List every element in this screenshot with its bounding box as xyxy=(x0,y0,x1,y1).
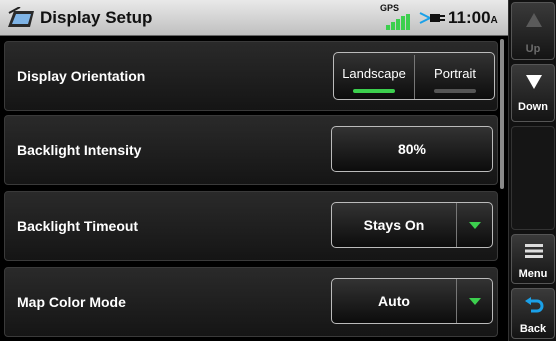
dropdown-arrow-icon xyxy=(469,298,481,305)
menu-label: Menu xyxy=(518,268,548,280)
setting-row-backlight-intensity: Backlight Intensity 80% xyxy=(4,115,498,185)
page-title: Display Setup xyxy=(40,8,153,27)
arrow-down-icon xyxy=(526,75,542,89)
external-power-icon xyxy=(419,12,445,24)
settings-list: Display Orientation Landscape Portrait B… xyxy=(0,37,508,341)
dropdown-arrow-area xyxy=(456,279,492,323)
setting-label: Backlight Timeout xyxy=(17,218,139,234)
backlight-intensity-value: 80% xyxy=(397,141,427,157)
down-button[interactable]: Down xyxy=(511,64,555,122)
menu-button[interactable]: Menu xyxy=(511,234,555,284)
setting-label: Display Orientation xyxy=(17,68,146,84)
up-label: Up xyxy=(525,43,541,55)
backlight-timeout-dropdown[interactable]: Stays On xyxy=(331,202,493,248)
arrow-up-icon xyxy=(526,13,542,27)
dropdown-arrow-icon xyxy=(469,222,481,229)
orientation-landscape-button[interactable]: Landscape xyxy=(334,53,414,99)
back-arrow-icon xyxy=(525,297,544,313)
softkey-sidebar: Up Down Menu Back xyxy=(508,0,556,341)
back-label: Back xyxy=(519,323,547,335)
scrollbar[interactable] xyxy=(500,39,504,189)
clock: 11:00A xyxy=(448,8,498,28)
backlight-intensity-button[interactable]: 80% xyxy=(331,126,493,172)
menu-icon xyxy=(525,244,543,258)
sidebar-spacer xyxy=(511,126,555,230)
selected-indicator xyxy=(353,89,395,93)
orientation-option-label: Portrait xyxy=(434,66,476,81)
setting-label: Map Color Mode xyxy=(17,294,126,310)
gps-label: GPS xyxy=(380,3,400,13)
clock-time: 11:00 xyxy=(448,8,491,27)
status-bar: Display Setup GPS 11:00A xyxy=(0,0,508,36)
backlight-timeout-value: Stays On xyxy=(363,217,425,233)
dropdown-arrow-area xyxy=(456,203,492,247)
setting-row-display-orientation: Display Orientation Landscape Portrait xyxy=(4,41,498,111)
orientation-option-label: Landscape xyxy=(342,66,406,81)
orientation-segmented-control: Landscape Portrait xyxy=(333,52,495,100)
setting-row-map-color-mode: Map Color Mode Auto xyxy=(4,267,498,337)
unselected-indicator xyxy=(434,89,476,93)
setting-row-backlight-timeout: Backlight Timeout Stays On xyxy=(4,191,498,261)
display-setup-icon xyxy=(8,7,34,27)
gps-signal-icon: GPS xyxy=(380,3,414,32)
map-color-mode-dropdown[interactable]: Auto xyxy=(331,278,493,324)
orientation-portrait-button[interactable]: Portrait xyxy=(415,53,495,99)
map-color-mode-value: Auto xyxy=(378,293,410,309)
down-label: Down xyxy=(518,101,548,113)
setting-label: Backlight Intensity xyxy=(17,142,142,158)
back-button[interactable]: Back xyxy=(511,288,555,339)
clock-suffix: A xyxy=(490,15,498,26)
up-button[interactable]: Up xyxy=(511,2,555,60)
